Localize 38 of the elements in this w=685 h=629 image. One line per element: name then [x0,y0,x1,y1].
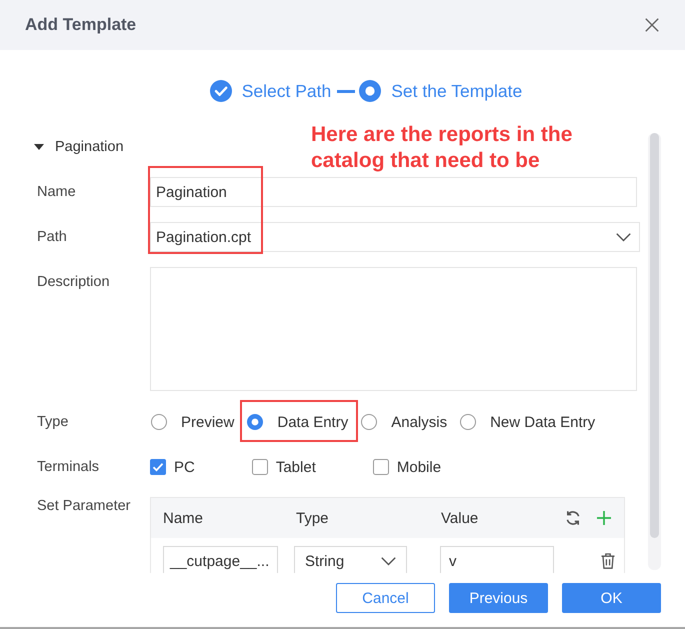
column-header: Value [441,510,480,526]
parameter-type-select[interactable]: String [294,546,407,573]
checkbox-option[interactable]: PC [150,458,195,476]
scrollbar-thumb[interactable] [650,133,659,538]
close-icon[interactable] [645,18,659,32]
path-select[interactable]: Pagination.cpt [150,222,640,252]
field-label: Name [37,184,77,200]
parameter-name-field[interactable]: __cutpage__... [163,546,278,573]
field-label: Type [37,414,70,430]
step-label: Set the Template [391,80,522,102]
step-label: Select Path [242,80,332,102]
parameter-value-field[interactable]: v [440,546,554,573]
column-header: Name [163,510,204,526]
trash-icon[interactable] [601,553,615,569]
radio-option[interactable]: Data Entry [246,414,348,430]
chevron-down-icon [381,556,396,566]
caret-icon[interactable] [34,142,44,152]
description-field[interactable] [150,267,637,391]
primary-button[interactable]: Previous [449,583,548,613]
checkbox-option[interactable]: Mobile [372,458,442,476]
field-label: Description [37,273,111,290]
radio-option[interactable]: Preview [150,414,234,430]
name-field[interactable]: Pagination [150,177,637,207]
column-header: Type [296,510,330,526]
refresh-icon[interactable] [565,510,581,526]
chevron-down-icon [616,232,631,242]
section-title[interactable]: Pagination [55,139,124,155]
step-connector [337,90,356,92]
field-label: Terminals [37,459,100,475]
field-label: Set Parameter [37,497,132,515]
annotation-text: Here are the reports in the catalog that need to be [311,122,574,174]
dialog-title: Add Template [25,15,136,35]
radio-option[interactable]: Analysis [360,414,448,430]
primary-button[interactable]: OK [562,583,661,613]
checkbox-option[interactable]: Tablet [252,458,316,476]
secondary-button[interactable]: Cancel [336,583,435,613]
field-label: Path [37,229,68,245]
radio-option[interactable]: New Data Entry [459,414,596,430]
